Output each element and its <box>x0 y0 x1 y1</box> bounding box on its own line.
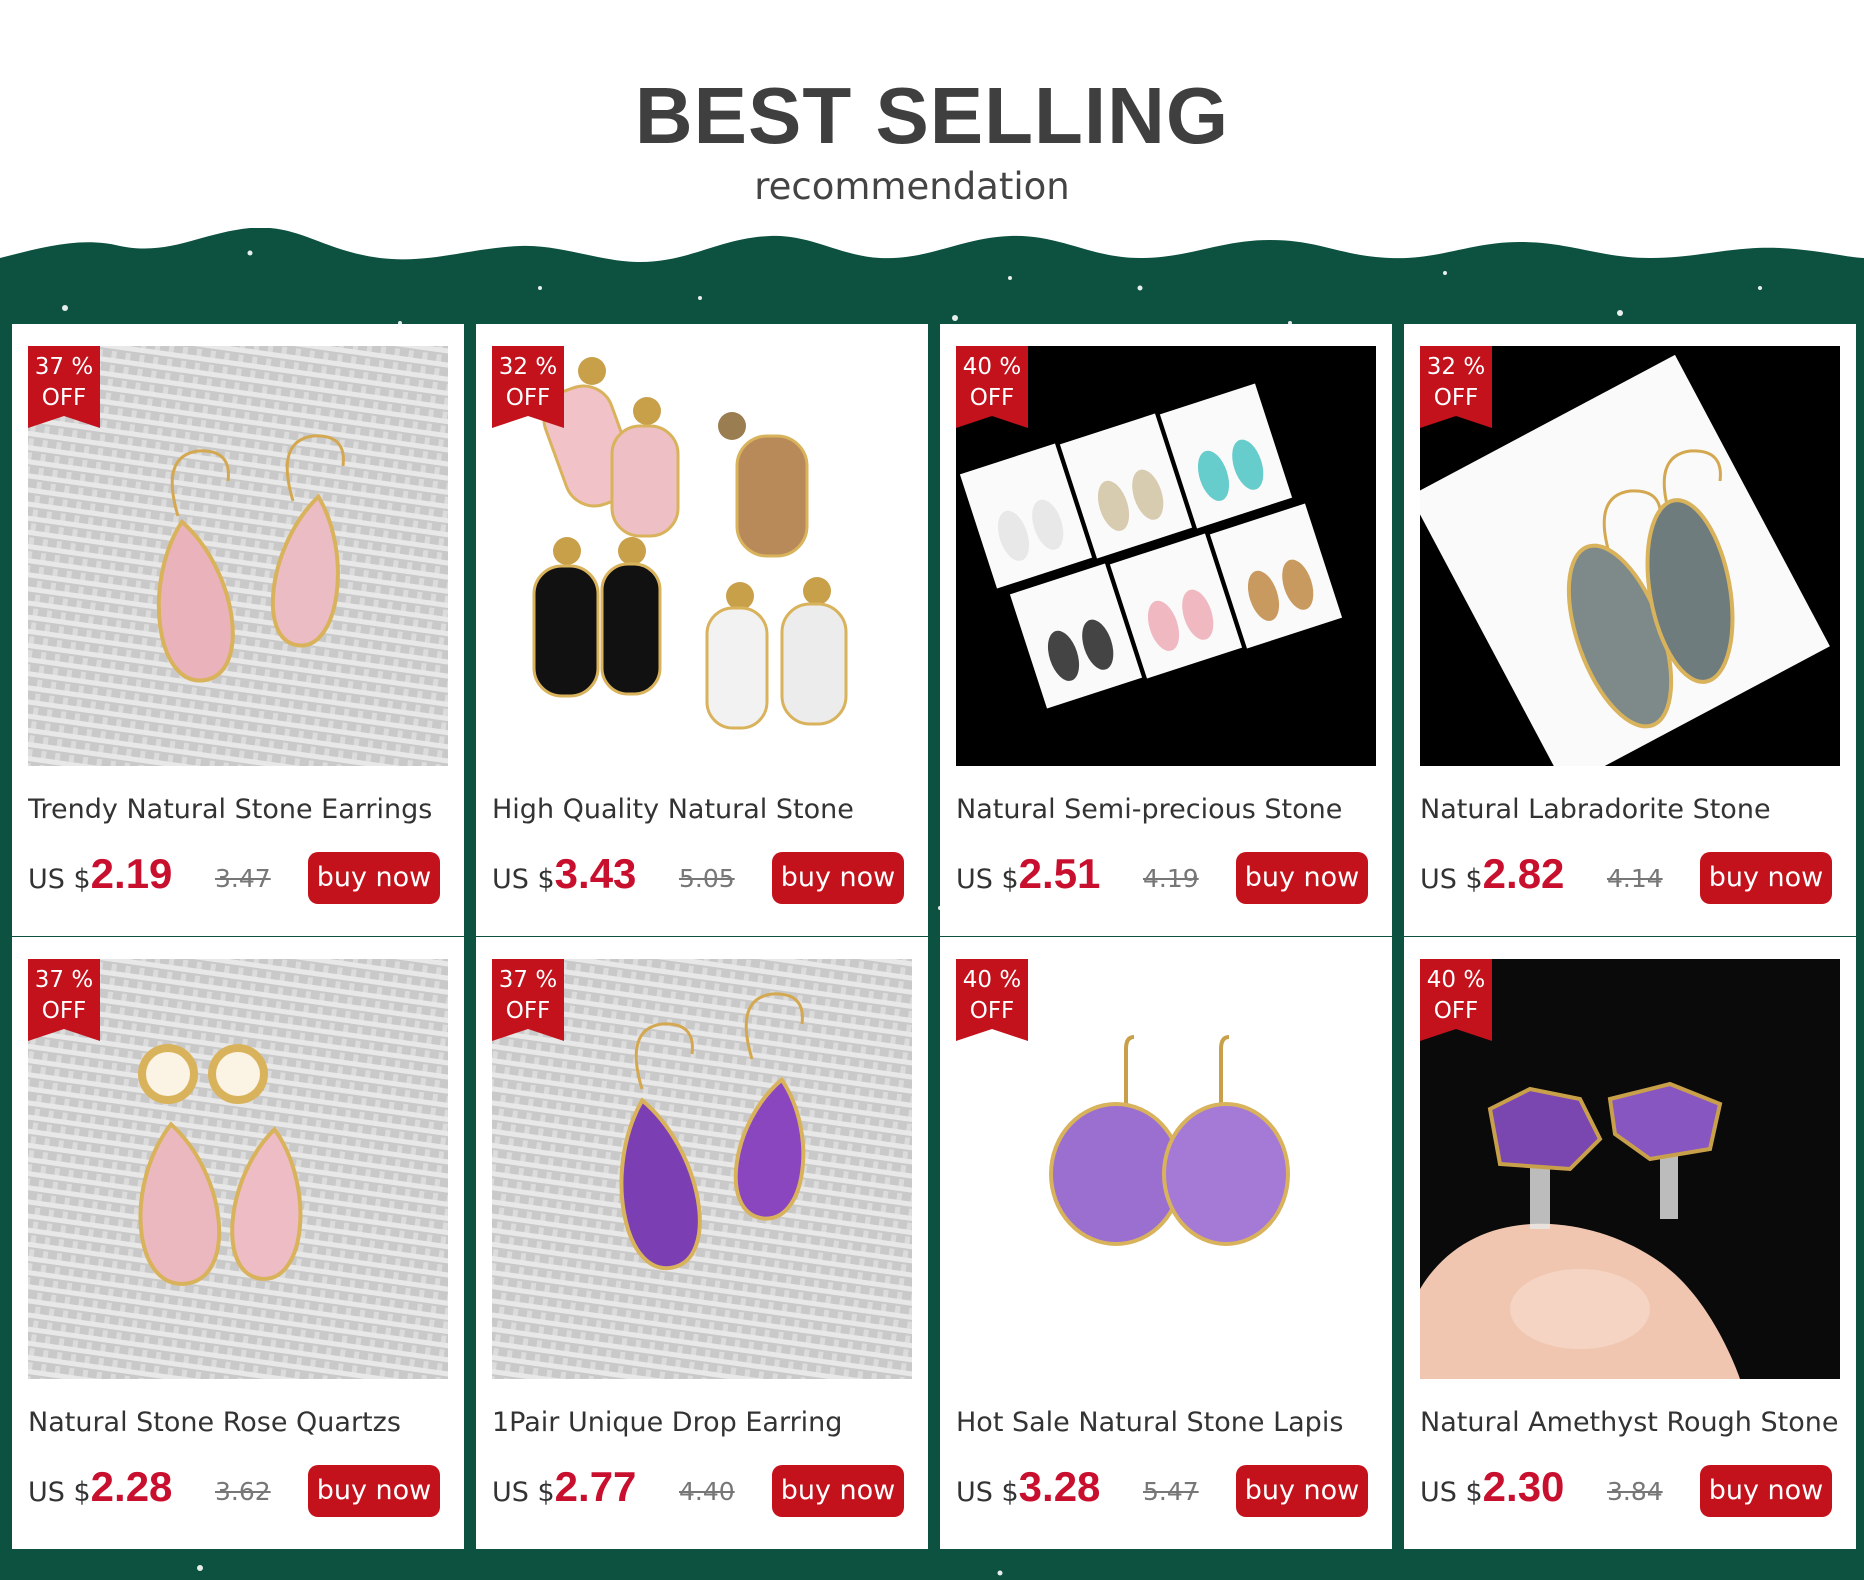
product-card[interactable]: 40 % OFF Natural Semi-precious Stone US $… <box>940 324 1392 936</box>
current-price: 3.43 <box>554 850 637 897</box>
product-card[interactable]: 40 % OFF Natural Amethyst Rough Stone US … <box>1404 937 1856 1549</box>
currency-label: US $ <box>1420 864 1483 895</box>
product-card[interactable]: 37 % OFF 1Pair Unique Drop Earring US $2.… <box>476 937 928 1549</box>
current-price: 2.19 <box>90 850 173 897</box>
price: US $2.19 <box>28 846 172 902</box>
buy-now-button[interactable]: buy now <box>1700 852 1832 904</box>
original-price: 4.40 <box>679 1477 735 1506</box>
discount-off-label: OFF <box>969 385 1015 411</box>
buy-now-button[interactable]: buy now <box>1700 1465 1832 1517</box>
current-price: 2.82 <box>1482 850 1565 897</box>
discount-percent: 37 % <box>34 967 94 993</box>
price: US $2.28 <box>28 1459 172 1515</box>
buy-now-button[interactable]: buy now <box>772 852 904 904</box>
current-price: 3.28 <box>1018 1463 1101 1510</box>
discount-percent: 32 % <box>1426 354 1486 380</box>
buy-now-button[interactable]: buy now <box>772 1465 904 1517</box>
product-title[interactable]: Natural Amethyst Rough Stone <box>1420 1407 1850 1438</box>
product-card[interactable]: 37 % OFF Trendy Natural Stone Earrings US… <box>12 324 464 936</box>
discount-off-label: OFF <box>1433 385 1479 411</box>
product-image[interactable]: 37 % OFF <box>492 959 912 1379</box>
price: US $3.43 <box>492 846 636 902</box>
currency-label: US $ <box>28 1477 91 1508</box>
product-image[interactable]: 32 % OFF <box>492 346 912 766</box>
product-image[interactable]: 40 % OFF <box>956 959 1376 1379</box>
buy-now-button[interactable]: buy now <box>308 1465 440 1517</box>
discount-percent: 32 % <box>498 354 558 380</box>
discount-badge: 37 % OFF <box>28 959 100 1041</box>
product-card[interactable]: 37 % OFF Natural Stone Rose Quartzs US $2… <box>12 937 464 1549</box>
product-image[interactable]: 40 % OFF <box>1420 959 1840 1379</box>
discount-badge: 32 % OFF <box>1420 346 1492 428</box>
original-price: 4.14 <box>1607 864 1663 893</box>
discount-badge: 40 % OFF <box>1420 959 1492 1041</box>
currency-label: US $ <box>492 864 555 895</box>
original-price: 4.19 <box>1143 864 1199 893</box>
original-price: 3.62 <box>215 1477 271 1506</box>
discount-percent: 37 % <box>34 354 94 380</box>
discount-off-label: OFF <box>505 998 551 1024</box>
currency-label: US $ <box>956 1477 1019 1508</box>
original-price: 3.47 <box>215 864 271 893</box>
discount-badge: 40 % OFF <box>956 346 1028 428</box>
product-title[interactable]: Natural Labradorite Stone <box>1420 794 1850 825</box>
product-title[interactable]: Trendy Natural Stone Earrings <box>28 794 458 825</box>
current-price: 2.77 <box>554 1463 637 1510</box>
product-grid: 37 % OFF Trendy Natural Stone Earrings US… <box>0 0 1864 1580</box>
product-card[interactable]: 40 % OFF Hot Sale Natural Stone Lapis US … <box>940 937 1392 1549</box>
current-price: 2.30 <box>1482 1463 1565 1510</box>
discount-percent: 40 % <box>1426 967 1486 993</box>
product-title[interactable]: High Quality Natural Stone <box>492 794 922 825</box>
discount-off-label: OFF <box>1433 998 1479 1024</box>
product-image[interactable]: 32 % OFF <box>1420 346 1840 766</box>
currency-label: US $ <box>492 1477 555 1508</box>
price: US $2.77 <box>492 1459 636 1515</box>
product-image[interactable]: 40 % OFF <box>956 346 1376 766</box>
discount-badge: 40 % OFF <box>956 959 1028 1041</box>
original-price: 3.84 <box>1607 1477 1663 1506</box>
product-image[interactable]: 37 % OFF <box>28 959 448 1379</box>
current-price: 2.51 <box>1018 850 1101 897</box>
discount-off-label: OFF <box>41 385 87 411</box>
discount-badge: 32 % OFF <box>492 346 564 428</box>
product-card[interactable]: 32 % OFF Natural Labradorite Stone US $2.… <box>1404 324 1856 936</box>
price: US $2.30 <box>1420 1459 1564 1515</box>
buy-now-button[interactable]: buy now <box>308 852 440 904</box>
product-title[interactable]: Hot Sale Natural Stone Lapis <box>956 1407 1386 1438</box>
buy-now-button[interactable]: buy now <box>1236 852 1368 904</box>
currency-label: US $ <box>28 864 91 895</box>
product-image[interactable]: 37 % OFF <box>28 346 448 766</box>
discount-badge: 37 % OFF <box>28 346 100 428</box>
original-price: 5.47 <box>1143 1477 1199 1506</box>
product-title[interactable]: 1Pair Unique Drop Earring <box>492 1407 922 1438</box>
discount-percent: 37 % <box>498 967 558 993</box>
product-title[interactable]: Natural Stone Rose Quartzs <box>28 1407 458 1438</box>
currency-label: US $ <box>956 864 1019 895</box>
discount-percent: 40 % <box>962 967 1022 993</box>
discount-off-label: OFF <box>41 998 87 1024</box>
discount-off-label: OFF <box>969 998 1015 1024</box>
price: US $2.82 <box>1420 846 1564 902</box>
price: US $3.28 <box>956 1459 1100 1515</box>
product-title[interactable]: Natural Semi-precious Stone <box>956 794 1386 825</box>
current-price: 2.28 <box>90 1463 173 1510</box>
original-price: 5.05 <box>679 864 735 893</box>
buy-now-button[interactable]: buy now <box>1236 1465 1368 1517</box>
discount-percent: 40 % <box>962 354 1022 380</box>
currency-label: US $ <box>1420 1477 1483 1508</box>
discount-off-label: OFF <box>505 385 551 411</box>
discount-badge: 37 % OFF <box>492 959 564 1041</box>
product-card[interactable]: 32 % OFF High Quality Natural Stone US $3… <box>476 324 928 936</box>
price: US $2.51 <box>956 846 1100 902</box>
